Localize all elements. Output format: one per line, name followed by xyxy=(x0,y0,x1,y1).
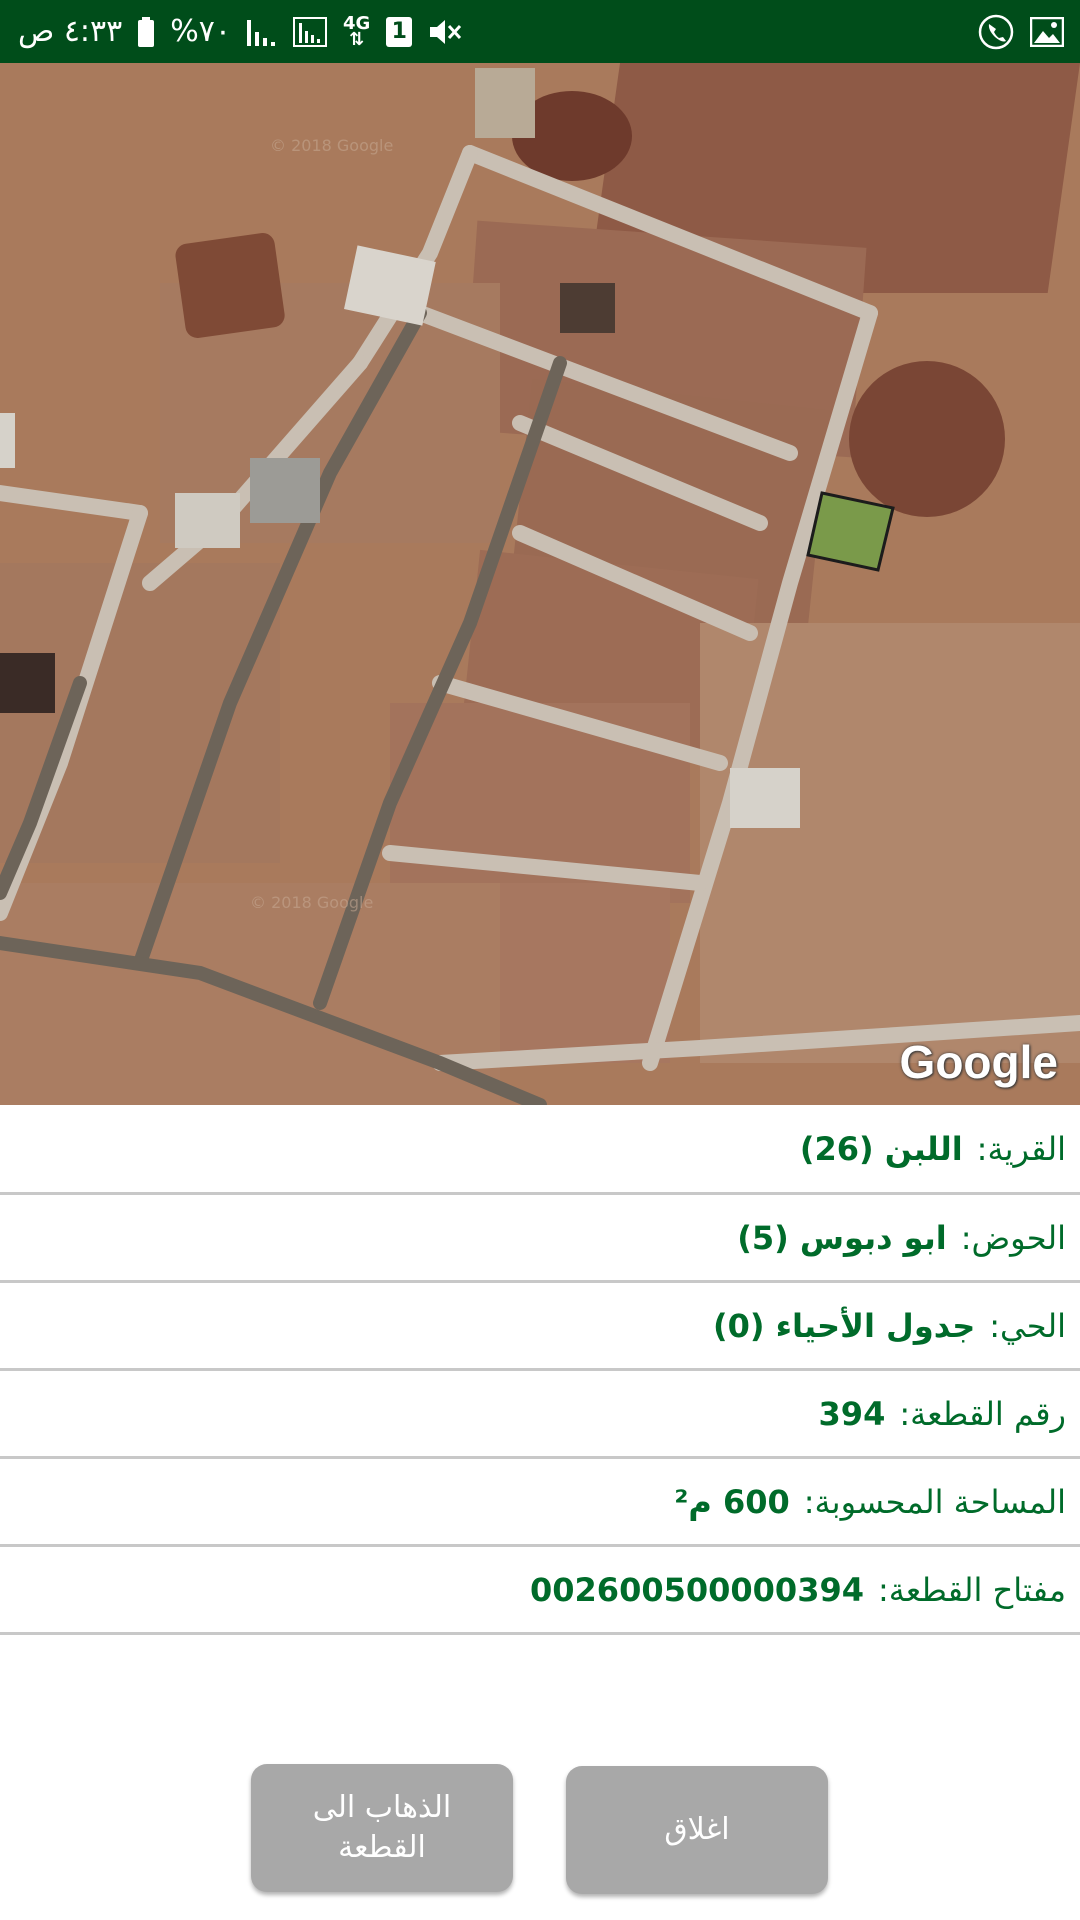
close-button[interactable]: اغلاق xyxy=(566,1766,828,1894)
info-value: جدول الأحياء (0) xyxy=(712,1306,976,1345)
info-row-basin: الحوض: ابو دبوس (5) xyxy=(0,1195,1080,1283)
info-label: الحي: xyxy=(989,1306,1066,1345)
mute-icon xyxy=(428,17,462,47)
info-row-village: القرية: اللبن (26) xyxy=(0,1105,1080,1195)
parcel-info-list: القرية: اللبن (26) الحوض: ابو دبوس (5) ا… xyxy=(0,1105,1080,1635)
status-bar: ٤:٣٣ ص %٧٠ 4G ⇅ 1 xyxy=(0,0,1080,63)
status-time: ٤:٣٣ ص xyxy=(18,14,123,49)
info-value: 002600500000394 xyxy=(530,1570,864,1609)
info-value: 394 xyxy=(818,1394,886,1433)
info-row-district: الحي: جدول الأحياء (0) xyxy=(0,1283,1080,1371)
go-to-parcel-button[interactable]: الذهاب الى القطعة xyxy=(251,1764,513,1892)
signal-icon xyxy=(247,18,277,46)
map-watermark: © 2018 Google xyxy=(250,893,373,912)
sim-badge: 1 xyxy=(386,16,413,47)
info-row-area: المساحة المحسوبة: 600 م² xyxy=(0,1459,1080,1547)
status-right xyxy=(962,0,1064,63)
map-watermark: © 2018 Google xyxy=(270,136,393,155)
battery-percent: %٧٠ xyxy=(170,14,232,49)
google-attribution: Google xyxy=(899,1036,1058,1088)
info-label: رقم القطعة: xyxy=(899,1394,1066,1433)
network-type: 4G ⇅ xyxy=(343,12,371,50)
info-label: القرية: xyxy=(976,1129,1066,1168)
satellite-map[interactable]: © 2018 Google © 2018 Google xyxy=(0,63,1080,1105)
selected-parcel xyxy=(806,491,895,572)
signal-icon xyxy=(293,16,328,47)
info-label: المساحة المحسوبة: xyxy=(803,1482,1066,1521)
info-value: اللبن (26) xyxy=(799,1129,963,1168)
status-left: ٤:٣٣ ص %٧٠ 4G ⇅ 1 xyxy=(18,0,478,63)
info-value: 600 م² xyxy=(674,1482,790,1521)
call-icon xyxy=(978,14,1014,50)
battery-icon xyxy=(138,16,155,47)
info-value: ابو دبوس (5) xyxy=(737,1218,947,1257)
image-icon xyxy=(1030,16,1064,47)
map-view[interactable]: © 2018 Google © 2018 Google Google xyxy=(0,63,1080,1105)
info-label: مفتاح القطعة: xyxy=(877,1570,1066,1609)
info-row-parcel-number: رقم القطعة: 394 xyxy=(0,1371,1080,1459)
info-label: الحوض: xyxy=(960,1218,1066,1257)
info-row-parcel-key: مفتاح القطعة: 002600500000394 xyxy=(0,1547,1080,1635)
